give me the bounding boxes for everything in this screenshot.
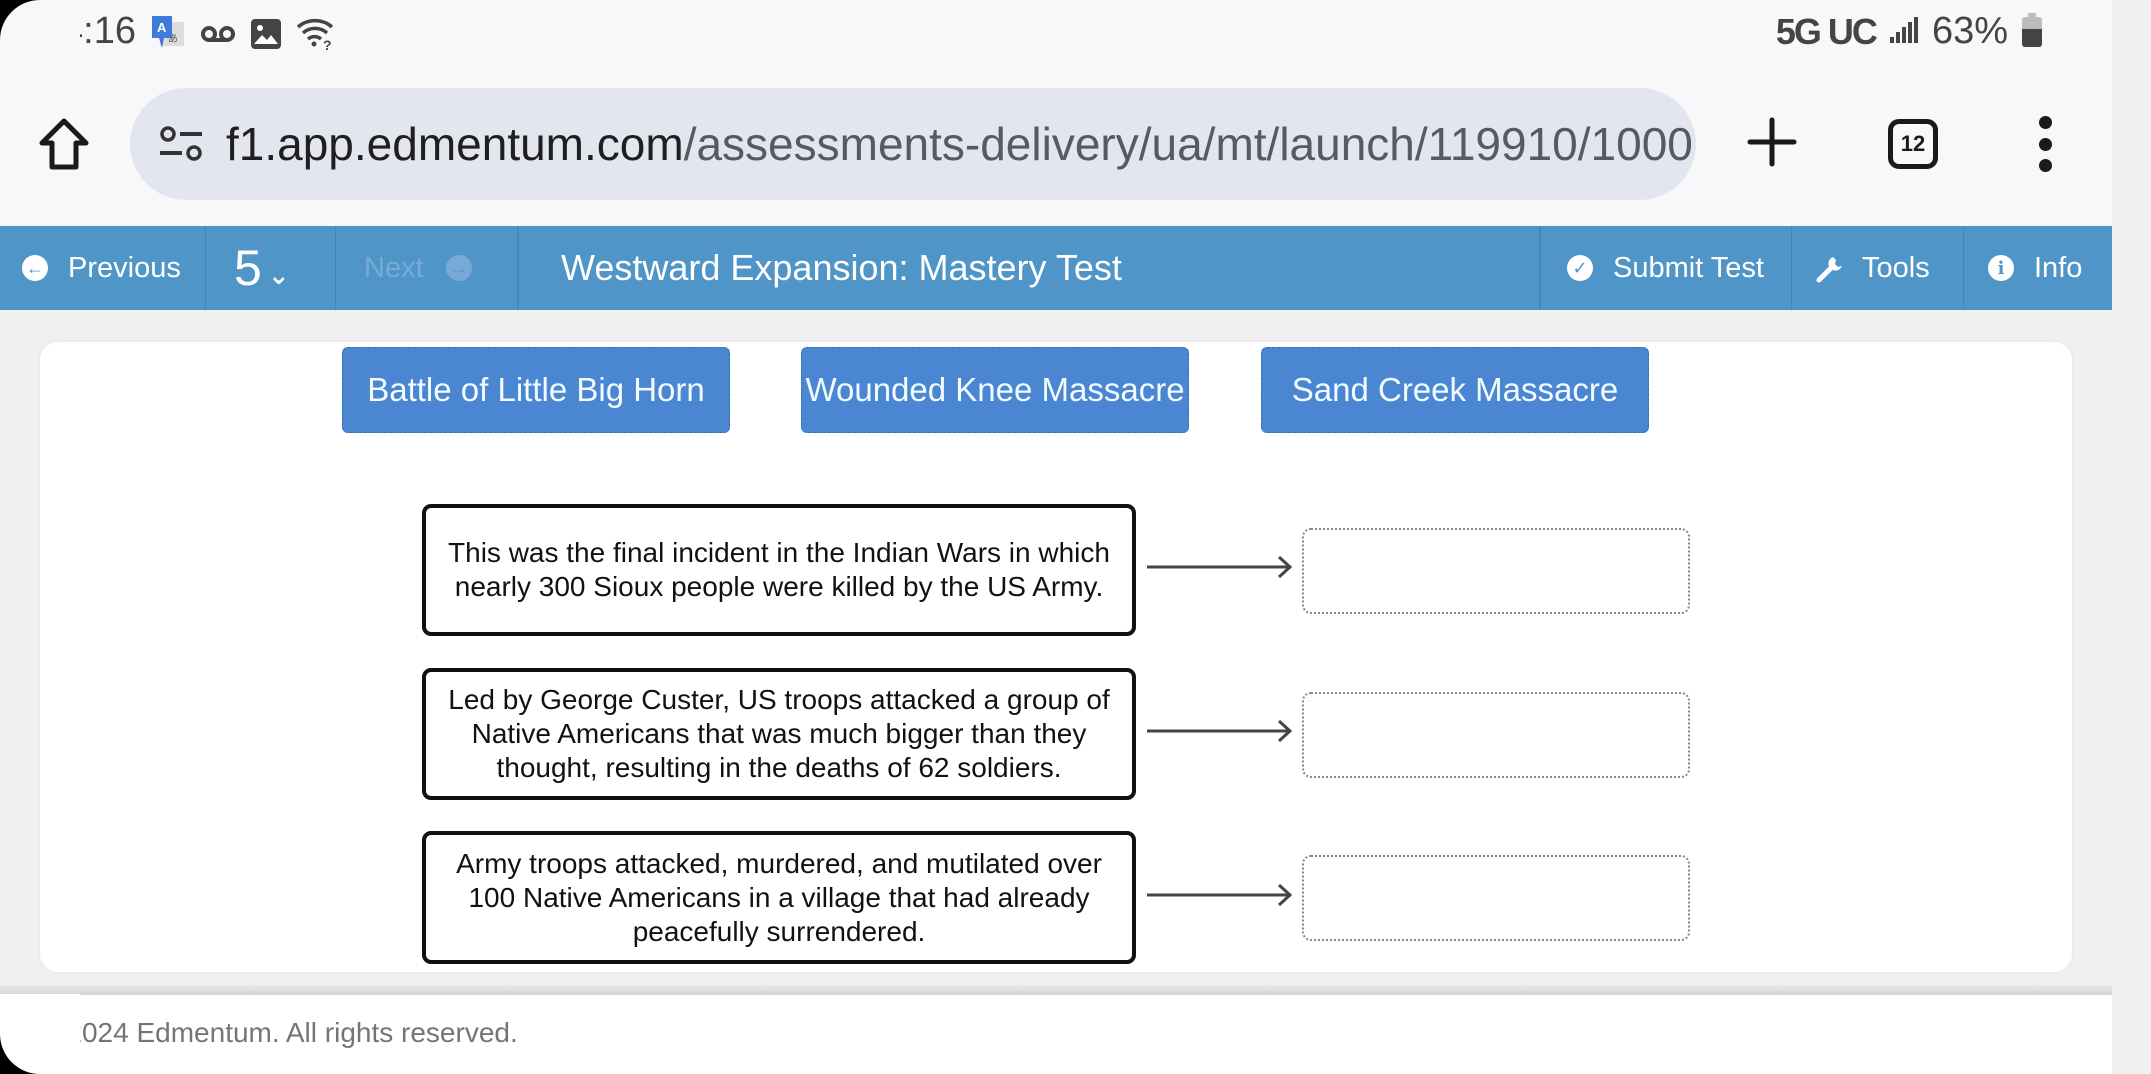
new-tab-button[interactable] (1742, 112, 1802, 172)
prompt-box: Led by George Custer, US troops attacked… (422, 668, 1136, 800)
wrench-icon (1816, 257, 1842, 283)
question-selector[interactable]: 5 ⌄ (206, 226, 336, 310)
info-circle-icon: i (1988, 255, 2014, 281)
svg-text:?: ? (323, 37, 332, 51)
image-icon (250, 18, 282, 55)
arrow-right-icon (1147, 883, 1293, 907)
dot-icon (2038, 137, 2052, 151)
choice-tile[interactable]: Battle of Little Big Horn (342, 347, 730, 433)
signal-icon (1889, 10, 1918, 53)
drop-target[interactable] (1302, 528, 1690, 614)
copyright-text: © 2024 Edmentum. All rights reserved. (38, 1017, 518, 1048)
arrow-left-circle-icon: ← (22, 255, 48, 281)
status-bar: 4:16 あA ? 5G UC 63% (0, 0, 2112, 64)
voicemail-icon (200, 22, 236, 51)
dot-icon (2038, 159, 2052, 172)
info-label: Info (2034, 251, 2083, 284)
footer: © 2024 Edmentum. All rights reserved. (0, 995, 2112, 1074)
screen-edge (2112, 0, 2151, 1074)
browser-viewport: 4:16 あA ? 5G UC 63% f1.app.edmentum.com/… (0, 0, 2112, 1074)
site-settings-icon[interactable] (156, 124, 206, 164)
next-button[interactable]: Next → (336, 226, 518, 310)
device-corner (0, 994, 80, 1074)
svg-text:A: A (157, 20, 167, 35)
test-title: Westward Expansion: Mastery Test (518, 226, 1540, 310)
arrow-right-icon (1147, 719, 1293, 743)
submit-test-button[interactable]: ✓ Submit Test (1540, 226, 1792, 310)
home-icon (39, 118, 89, 170)
battery-percent: 63% (1931, 10, 2008, 52)
next-label: Next (364, 251, 424, 284)
more-menu-button[interactable] (2030, 116, 2060, 172)
tools-label: Tools (1862, 251, 1930, 284)
prompt-box: Army troops attacked, murdered, and muti… (422, 831, 1136, 964)
drop-target[interactable] (1302, 855, 1690, 941)
tab-switcher-button[interactable]: 12 (1888, 119, 1938, 169)
plus-icon (1747, 117, 1797, 167)
tools-button[interactable]: Tools (1792, 226, 1964, 310)
chevron-down-icon: ⌄ (267, 259, 290, 290)
submit-label: Submit Test (1613, 251, 1764, 284)
previous-label: Previous (68, 251, 181, 284)
dot-icon (2038, 116, 2052, 129)
arrow-right-circle-icon: → (445, 255, 472, 281)
device-corner (0, 0, 80, 80)
translate-icon: あA (150, 14, 186, 59)
network-type: 5G UC (1775, 10, 1878, 52)
drop-target[interactable] (1302, 692, 1690, 778)
battery-icon (2022, 12, 2042, 47)
choice-tile[interactable]: Wounded Knee Massacre (801, 347, 1189, 433)
address-bar[interactable]: f1.app.edmentum.com/assessments-delivery… (130, 88, 1696, 200)
info-button[interactable]: i Info (1964, 226, 2112, 310)
url-text[interactable]: f1.app.edmentum.com/assessments-delivery… (226, 117, 1693, 171)
previous-button[interactable]: ← Previous (0, 226, 206, 310)
home-button[interactable] (34, 114, 94, 174)
test-toolbar: ← Previous 5 ⌄ Next → Westward Expansion… (0, 226, 2112, 310)
wifi-question-icon: ? (296, 17, 336, 56)
question-number: 5 (234, 240, 262, 296)
prompt-box: This was the final incident in the India… (422, 504, 1136, 636)
arrow-right-icon (1147, 555, 1293, 579)
choice-tile[interactable]: Sand Creek Massacre (1261, 347, 1649, 433)
check-circle-icon: ✓ (1567, 255, 1593, 281)
footer-divider (0, 985, 2112, 995)
browser-toolbar: f1.app.edmentum.com/assessments-delivery… (0, 64, 2112, 226)
